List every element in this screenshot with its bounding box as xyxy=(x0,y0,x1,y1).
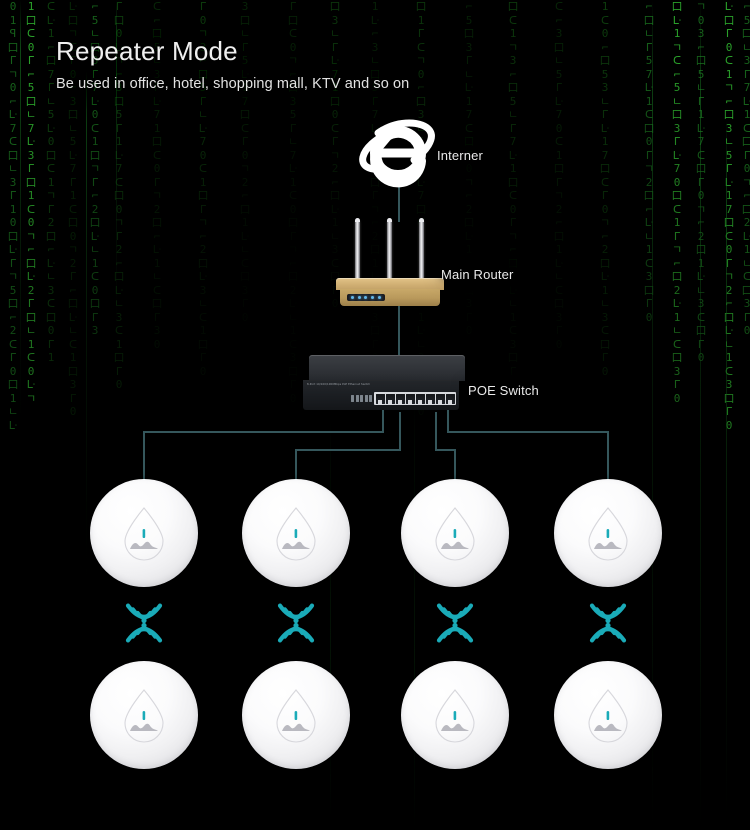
network-diagram-page: 0 1 ꟼ 口 ᒥ ㄱ 0 ⌐ ᒷ 7 ᑕ 口 ㄴ 3 ᒥ 1 0 口 ᒷ ᒥ … xyxy=(0,0,750,830)
page-title: Repeater Mode xyxy=(56,36,238,66)
access-point-upper[interactable] xyxy=(554,479,662,587)
wifi-router-icon xyxy=(336,218,444,308)
cable-switch-to-ap3 xyxy=(435,412,456,486)
access-point-upper[interactable] xyxy=(242,479,350,587)
switch-top-surface xyxy=(309,355,465,381)
network-switch-icon: 8-Port 10/100/1000Mbps PoE Ethernet Swit… xyxy=(303,355,465,411)
water-drop-wave-logo xyxy=(582,685,634,745)
water-drop-wave-logo xyxy=(270,503,322,563)
water-drop-wave-logo xyxy=(270,685,322,745)
internet-label: Interner xyxy=(437,148,484,163)
water-drop-wave-logo xyxy=(118,685,170,745)
wifi-repeater-signal-icon xyxy=(577,594,639,652)
water-drop-wave-logo xyxy=(429,503,481,563)
router-led-panel xyxy=(347,294,385,301)
switch-model-text: 8-Port 10/100/1000Mbps PoE Ethernet Swit… xyxy=(307,383,371,386)
router-antenna xyxy=(387,218,392,280)
water-drop-wave-logo xyxy=(118,503,170,563)
cable-switch-to-ap2 xyxy=(295,412,401,486)
router-antenna xyxy=(419,218,424,280)
access-point-lower[interactable] xyxy=(242,661,350,769)
page-header: Repeater Mode Be used in office, hotel, … xyxy=(56,36,409,92)
router-antenna xyxy=(355,218,360,280)
water-drop-wave-logo xyxy=(582,503,634,563)
poe-switch-label: POE Switch xyxy=(468,383,539,398)
access-point-upper[interactable] xyxy=(90,479,198,587)
switch-port-block xyxy=(374,392,456,405)
wifi-repeater-signal-icon xyxy=(113,594,175,652)
wifi-repeater-signal-icon xyxy=(424,594,486,652)
access-point-lower[interactable] xyxy=(554,661,662,769)
page-subtitle: Be used in office, hotel, shopping mall,… xyxy=(56,76,410,92)
access-point-lower[interactable] xyxy=(401,661,509,769)
access-point-upper[interactable] xyxy=(401,479,509,587)
cable-switch-to-ap4 xyxy=(447,410,609,486)
main-router-label: Main Router xyxy=(441,267,514,282)
access-point-lower[interactable] xyxy=(90,661,198,769)
cable-switch-to-ap1 xyxy=(143,410,384,486)
internet-explorer-icon xyxy=(358,117,440,189)
water-drop-wave-logo xyxy=(429,685,481,745)
switch-front-panel: 8-Port 10/100/1000Mbps PoE Ethernet Swit… xyxy=(303,380,459,410)
wifi-repeater-signal-icon xyxy=(265,594,327,652)
